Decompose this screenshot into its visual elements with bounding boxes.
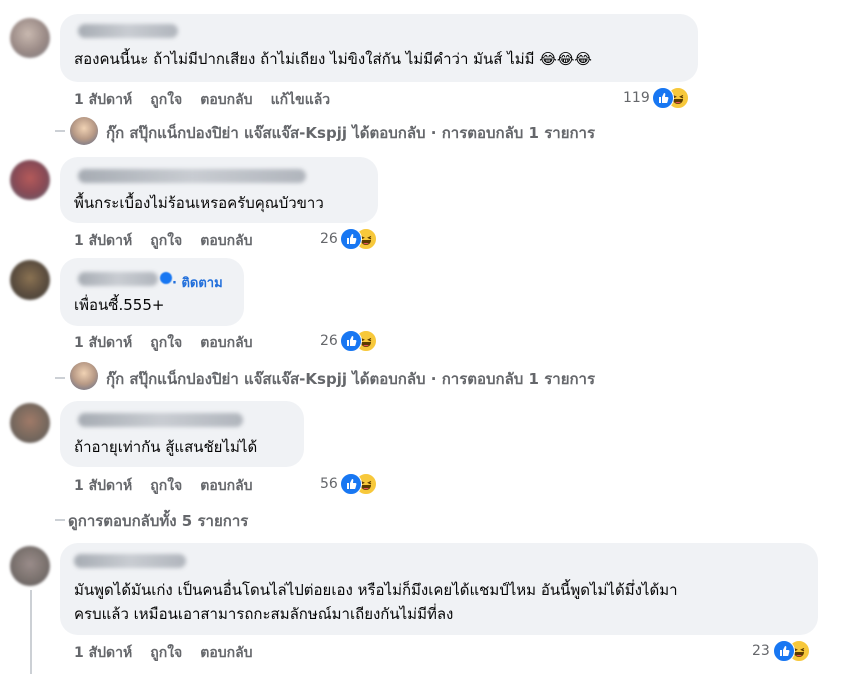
- commenter-name-redacted[interactable]: [78, 272, 158, 286]
- comment-time[interactable]: 1 สัปดาห์: [74, 233, 132, 249]
- reaction-count[interactable]: 26: [320, 231, 338, 247]
- commenter-avatar[interactable]: [10, 546, 50, 586]
- commenter-avatar[interactable]: [10, 160, 50, 200]
- comment-text: พื้นกระเบื้องไม่ร้อนเหรอครับคุณบัวขาว: [74, 194, 324, 212]
- comment-bubble: ถ้าอายุเท่ากัน สู้แสนชัยไม่ได้: [60, 401, 304, 467]
- reply-link[interactable]: ตอบกลับ: [200, 645, 252, 661]
- comment-bubble: สองคนนี้นะ ถ้าไม่มีปากเสียง ถ้าไม่เถียง …: [60, 14, 698, 82]
- commenter-name-redacted[interactable]: [78, 169, 306, 183]
- thread-line: [30, 590, 32, 674]
- like-reaction-icon: [340, 228, 362, 250]
- reaction-count[interactable]: 119: [623, 90, 650, 106]
- reply-link[interactable]: ตอบกลับ: [200, 233, 252, 249]
- comment-time[interactable]: 1 สัปดาห์: [74, 335, 132, 351]
- like-link[interactable]: ถูกใจ: [150, 645, 182, 661]
- reaction-count[interactable]: 23: [752, 643, 770, 659]
- comment-text: เพื่อนซี้.555+: [74, 296, 165, 314]
- reaction-icons[interactable]: [340, 330, 382, 352]
- like-link[interactable]: ถูกใจ: [150, 92, 182, 108]
- comment-time[interactable]: 1 สัปดาห์: [74, 92, 132, 108]
- comment-text-line-2: ครบแล้ว เหมือนเอาสามารถกะสมลักษณ์มาเถียง…: [74, 605, 454, 623]
- thread-connector: [55, 377, 65, 379]
- reaction-icons[interactable]: [773, 640, 815, 662]
- comment-actions: 1 สัปดาห์ ถูกใจ ตอบกลับ: [74, 332, 271, 354]
- commenter-name-redacted[interactable]: [78, 413, 243, 427]
- edited-label: แก้ไขแล้ว: [270, 92, 331, 108]
- comment-bubble: มันพูดได้มันเก่ง เป็นคนอื่นโดนไล่ไปต่อยเ…: [60, 543, 818, 635]
- like-reaction-icon: [340, 330, 362, 352]
- thread-connector: [55, 519, 65, 521]
- like-reaction-icon: [340, 473, 362, 495]
- commenter-name-redacted[interactable]: [78, 24, 178, 38]
- comment-actions: 1 สัปดาห์ ถูกใจ ตอบกลับ แก้ไขแล้ว: [74, 89, 348, 111]
- like-link[interactable]: ถูกใจ: [150, 335, 182, 351]
- verified-badge-icon: [160, 272, 172, 284]
- comment-time[interactable]: 1 สัปดาห์: [74, 478, 132, 494]
- like-reaction-icon: [652, 87, 674, 109]
- comment-text-line-1: มันพูดได้มันเก่ง เป็นคนอื่นโดนไล่ไปต่อยเ…: [74, 581, 678, 599]
- commenter-avatar[interactable]: [10, 403, 50, 443]
- reaction-count[interactable]: 56: [320, 476, 338, 492]
- comment-text: ถ้าอายุเท่ากัน สู้แสนชัยไม่ได้: [74, 438, 258, 456]
- follow-link[interactable]: · ติดตาม: [172, 272, 223, 293]
- reply-author-avatar[interactable]: [70, 117, 98, 145]
- reply-author-avatar[interactable]: [70, 362, 98, 390]
- reaction-count[interactable]: 26: [320, 333, 338, 349]
- like-link[interactable]: ถูกใจ: [150, 478, 182, 494]
- comment-bubble: · ติดตาม เพื่อนซี้.555+: [60, 258, 244, 326]
- commenter-avatar[interactable]: [10, 18, 50, 58]
- reaction-icons[interactable]: [340, 473, 382, 495]
- comment-time[interactable]: 1 สัปดาห์: [74, 645, 132, 661]
- comment-text: สองคนนี้นะ ถ้าไม่มีปากเสียง ถ้าไม่เถียง …: [74, 50, 592, 68]
- comment-bubble: พื้นกระเบื้องไม่ร้อนเหรอครับคุณบัวขาว: [60, 157, 378, 223]
- reply-summary-link[interactable]: กุ๊ก สปุ๊กแน็กปองปิย่า แจ๊สแจ๊ส-Kspjj ได…: [106, 367, 595, 391]
- view-all-replies-link[interactable]: ดูการตอบกลับทั้ง 5 รายการ: [68, 509, 248, 533]
- comment-actions: 1 สัปดาห์ ถูกใจ ตอบกลับ: [74, 475, 271, 497]
- reply-link[interactable]: ตอบกลับ: [200, 478, 252, 494]
- like-reaction-icon: [773, 640, 795, 662]
- reply-link[interactable]: ตอบกลับ: [200, 335, 252, 351]
- comment-actions: 1 สัปดาห์ ถูกใจ ตอบกลับ: [74, 230, 271, 252]
- comment-actions: 1 สัปดาห์ ถูกใจ ตอบกลับ: [74, 642, 271, 664]
- reply-link[interactable]: ตอบกลับ: [200, 92, 252, 108]
- reply-summary-link[interactable]: กุ๊ก สปุ๊กแน็กปองปิย่า แจ๊สแจ๊ส-Kspjj ได…: [106, 121, 595, 145]
- commenter-avatar[interactable]: [10, 260, 50, 300]
- thread-connector: [55, 130, 65, 132]
- reaction-icons[interactable]: [340, 228, 382, 250]
- commenter-name-redacted[interactable]: [74, 554, 186, 568]
- reaction-icons[interactable]: [652, 87, 694, 109]
- like-link[interactable]: ถูกใจ: [150, 233, 182, 249]
